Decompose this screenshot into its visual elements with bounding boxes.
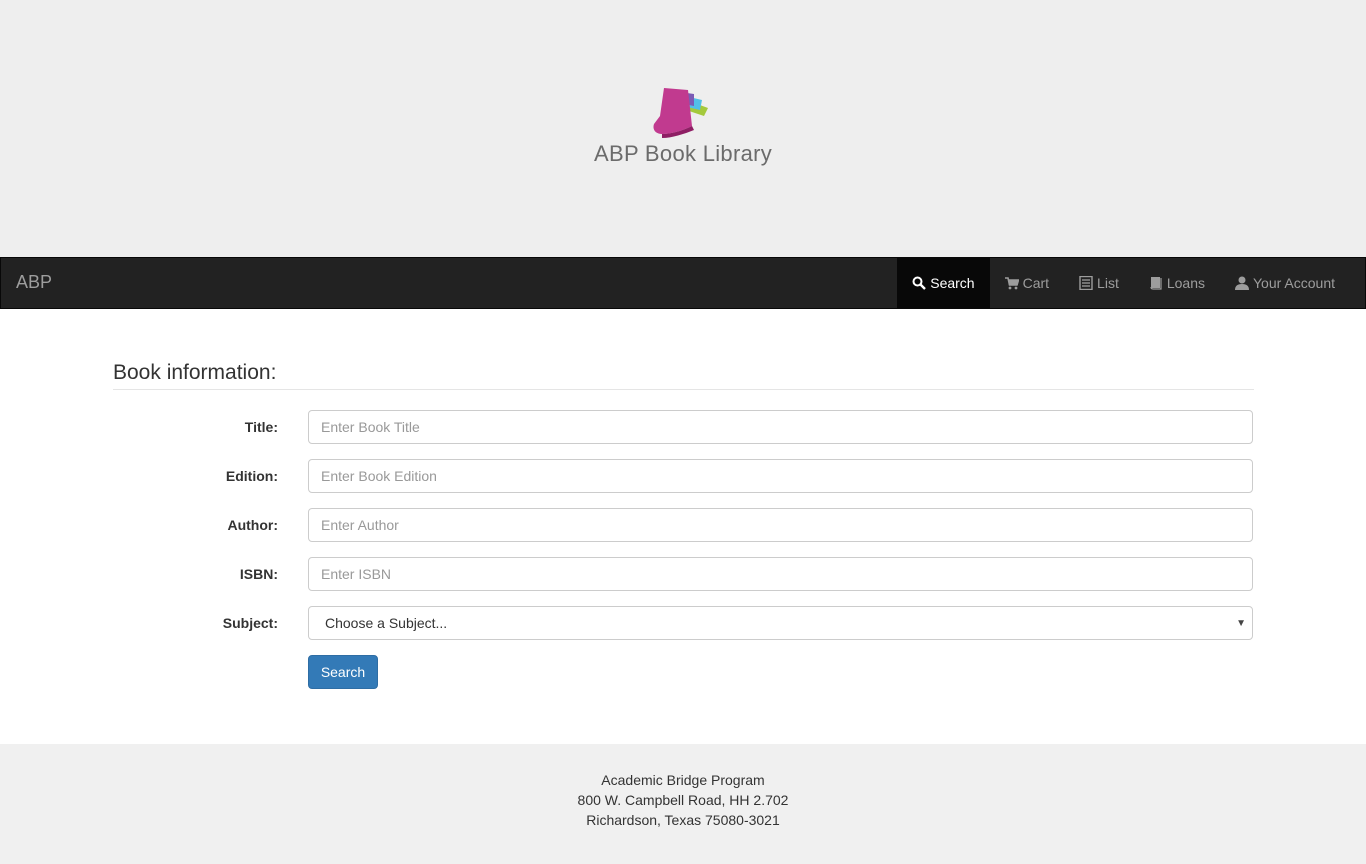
author-label: Author: [227, 517, 278, 533]
search-button[interactable]: Search [308, 655, 378, 689]
logo-text: ABP Book Library [594, 141, 773, 166]
nav-item-loans[interactable]: Loans [1134, 257, 1220, 309]
edition-label: Edition: [225, 468, 278, 484]
book-logo-icon [653, 88, 708, 138]
nav-item-cart[interactable]: Cart [990, 257, 1064, 309]
nav-item-account[interactable]: Your Account [1220, 257, 1350, 309]
navbar-brand[interactable]: ABP [16, 272, 52, 293]
cart-icon [1004, 277, 1019, 290]
nav-item-label: Search [930, 275, 975, 291]
navbar: ABP Search Cart List Loans Your Account [0, 257, 1366, 309]
title-input[interactable] [308, 410, 1253, 444]
isbn-label: ISBN: [239, 566, 278, 582]
subject-select[interactable]: Choose a Subject... ▼ [308, 606, 1253, 640]
subject-selected-value: Choose a Subject... [325, 615, 448, 631]
nav-item-list[interactable]: List [1064, 257, 1134, 309]
author-row: Author: [113, 508, 1254, 542]
header-banner: ABP Book Library [0, 0, 1366, 257]
subject-label: Subject: [222, 615, 278, 631]
title-row: Title: [113, 410, 1254, 444]
caret-down-icon: ▼ [1236, 618, 1246, 629]
footer-org: Academic Bridge Program [601, 772, 765, 788]
site-logo[interactable]: ABP Book Library [594, 86, 774, 170]
footer-city: Richardson, Texas 75080-3021 [586, 812, 780, 828]
nav-item-label: List [1097, 275, 1119, 291]
title-label: Title: [244, 419, 278, 435]
list-icon [1079, 276, 1093, 290]
nav-menu: Search Cart List Loans Your Account [897, 257, 1350, 309]
search-form: Book information: Title: Edition: Author… [0, 309, 1366, 744]
nav-item-search[interactable]: Search [897, 257, 990, 309]
search-icon [912, 276, 927, 290]
form-legend: Book information: [113, 361, 1254, 390]
footer-address: 800 W. Campbell Road, HH 2.702 [577, 792, 789, 808]
author-input[interactable] [308, 508, 1253, 542]
nav-item-label: Cart [1022, 275, 1050, 291]
edition-row: Edition: [113, 459, 1254, 493]
subject-row: Subject: Choose a Subject... ▼ [113, 606, 1254, 640]
footer: Academic Bridge Program 800 W. Campbell … [0, 744, 1366, 864]
nav-item-label: Your Account [1253, 275, 1335, 291]
book-icon [1150, 277, 1162, 290]
isbn-input[interactable] [308, 557, 1253, 591]
isbn-row: ISBN: [113, 557, 1254, 591]
user-icon [1235, 276, 1249, 290]
nav-item-label: Loans [1166, 275, 1205, 291]
edition-input[interactable] [308, 459, 1253, 493]
